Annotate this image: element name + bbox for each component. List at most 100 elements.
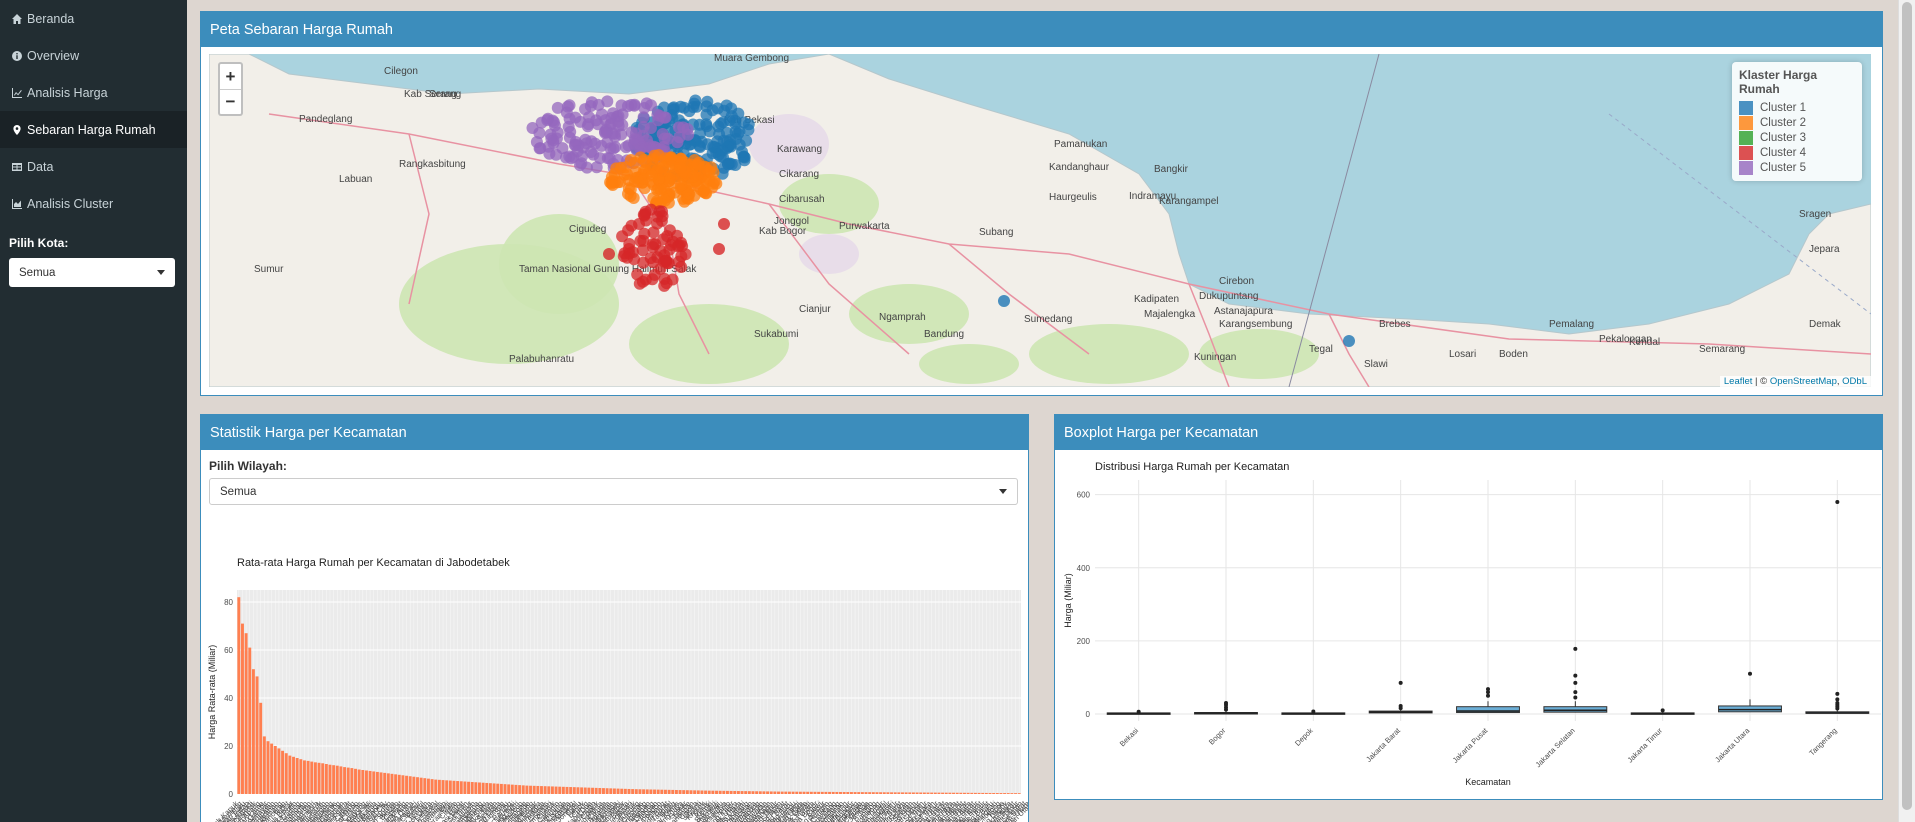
- cluster-marker[interactable]: [714, 117, 727, 130]
- bar: [919, 792, 923, 794]
- cluster-marker[interactable]: [713, 243, 725, 255]
- sidebar-item-beranda[interactable]: Beranda: [0, 0, 187, 37]
- cluster-marker[interactable]: [603, 248, 615, 260]
- cluster-marker[interactable]: [590, 161, 603, 174]
- cluster-marker[interactable]: [663, 224, 676, 237]
- cluster-marker[interactable]: [609, 141, 622, 154]
- cluster-marker[interactable]: [736, 145, 748, 158]
- city-select[interactable]: Semua: [9, 258, 175, 287]
- cluster-marker[interactable]: [686, 170, 699, 183]
- cluster-marker[interactable]: [546, 114, 559, 127]
- osm-link[interactable]: OpenStreetMap: [1770, 376, 1837, 387]
- sidebar-item-label: Data: [27, 159, 54, 174]
- cluster-marker[interactable]: [702, 164, 714, 177]
- bar: [295, 758, 299, 794]
- sidebar-item-analisis-harga[interactable]: Analisis Harga: [0, 74, 187, 111]
- cluster-marker[interactable]: [674, 162, 687, 174]
- cluster-marker[interactable]: [607, 107, 619, 120]
- cluster-marker[interactable]: [616, 230, 629, 243]
- leaflet-link[interactable]: Leaflet: [1724, 376, 1753, 387]
- cluster-marker[interactable]: [637, 234, 650, 247]
- cluster-marker[interactable]: [592, 98, 605, 111]
- cluster-marker[interactable]: [1343, 335, 1355, 347]
- cluster-marker[interactable]: [551, 126, 564, 139]
- sidebar-item-data[interactable]: Data: [0, 148, 187, 185]
- cluster-marker[interactable]: [683, 105, 696, 118]
- region-select[interactable]: Semua: [209, 478, 1018, 505]
- cluster-marker[interactable]: [638, 153, 650, 166]
- cluster-marker[interactable]: [645, 169, 658, 182]
- legend-swatch: [1739, 145, 1753, 160]
- cluster-marker[interactable]: [712, 148, 725, 161]
- cluster-marker[interactable]: [647, 226, 660, 239]
- bar: [952, 792, 955, 794]
- cluster-marker[interactable]: [624, 190, 637, 202]
- cluster-marker[interactable]: [673, 239, 685, 252]
- cluster-marker[interactable]: [561, 100, 574, 113]
- sidebar-item-label: Beranda: [27, 11, 75, 26]
- page-scrollbar[interactable]: [1898, 0, 1915, 822]
- cluster-marker[interactable]: [533, 142, 546, 155]
- cluster-marker[interactable]: [648, 149, 661, 162]
- bar: [594, 787, 598, 794]
- cluster-marker[interactable]: [637, 256, 650, 269]
- cluster-marker[interactable]: [579, 133, 592, 146]
- cluster-marker[interactable]: [625, 126, 638, 139]
- page-scrollbar-thumb[interactable]: [1902, 2, 1912, 810]
- cluster-marker[interactable]: [718, 218, 730, 230]
- cluster-marker[interactable]: [654, 244, 667, 257]
- cluster-marker[interactable]: [599, 126, 612, 139]
- bar: [408, 776, 412, 794]
- bar: [605, 788, 609, 794]
- bar: [711, 790, 715, 794]
- cluster-marker[interactable]: [742, 123, 755, 136]
- cluster-marker[interactable]: [654, 183, 667, 196]
- bar: [452, 780, 456, 794]
- cluster-marker[interactable]: [666, 273, 679, 286]
- bar: [576, 787, 580, 794]
- cluster-marker[interactable]: [659, 111, 672, 124]
- cluster-marker[interactable]: [639, 273, 652, 286]
- cluster-marker[interactable]: [681, 123, 694, 135]
- legend-item: Cluster 5: [1739, 160, 1855, 175]
- cluster-marker[interactable]: [620, 141, 633, 154]
- cluster-marker[interactable]: [571, 145, 584, 158]
- cluster-marker[interactable]: [998, 295, 1010, 307]
- cluster-marker[interactable]: [708, 175, 721, 188]
- cluster-marker[interactable]: [603, 152, 616, 165]
- cluster-marker[interactable]: [717, 134, 730, 147]
- cluster-marker[interactable]: [706, 104, 719, 117]
- cluster-marker[interactable]: [637, 208, 650, 221]
- sidebar-item-overview[interactable]: Overview: [0, 37, 187, 74]
- cluster-marker[interactable]: [671, 136, 684, 149]
- cluster-marker[interactable]: [675, 179, 687, 192]
- bar: [525, 785, 529, 794]
- cluster-markers[interactable]: [209, 54, 1871, 387]
- cluster-marker[interactable]: [689, 94, 702, 107]
- leaflet-map[interactable]: Cilegon Serang Pandeglang Rangkasbitung Labu…: [209, 54, 1871, 387]
- bar: [944, 792, 948, 794]
- bar: [488, 783, 492, 794]
- cluster-marker[interactable]: [606, 175, 619, 188]
- bar: [335, 765, 339, 794]
- sidebar-item-sebaran-harga-rumah[interactable]: Sebaran Harga Rumah: [0, 111, 187, 148]
- cluster-marker[interactable]: [656, 210, 669, 223]
- cluster-marker[interactable]: [622, 100, 634, 113]
- cluster-marker[interactable]: [562, 120, 575, 133]
- cluster-marker[interactable]: [718, 104, 731, 117]
- odbl-link[interactable]: ODbL: [1842, 376, 1867, 387]
- cluster-marker[interactable]: [595, 139, 608, 152]
- cluster-marker[interactable]: [612, 119, 625, 132]
- zoom-out-button[interactable]: −: [220, 89, 241, 114]
- cluster-marker[interactable]: [619, 161, 632, 174]
- bar: [787, 791, 791, 794]
- bar: [857, 792, 861, 794]
- cluster-marker[interactable]: [691, 158, 704, 171]
- cluster-marker[interactable]: [645, 99, 657, 112]
- zoom-in-button[interactable]: +: [220, 64, 241, 89]
- map-panel: Peta Sebaran Harga Rumah Cilegon Serang Pa…: [200, 11, 1883, 396]
- cluster-marker[interactable]: [533, 127, 546, 139]
- sidebar-item-analisis-cluster[interactable]: Analisis Cluster: [0, 185, 187, 222]
- cluster-marker[interactable]: [732, 107, 745, 120]
- cluster-marker[interactable]: [551, 101, 564, 114]
